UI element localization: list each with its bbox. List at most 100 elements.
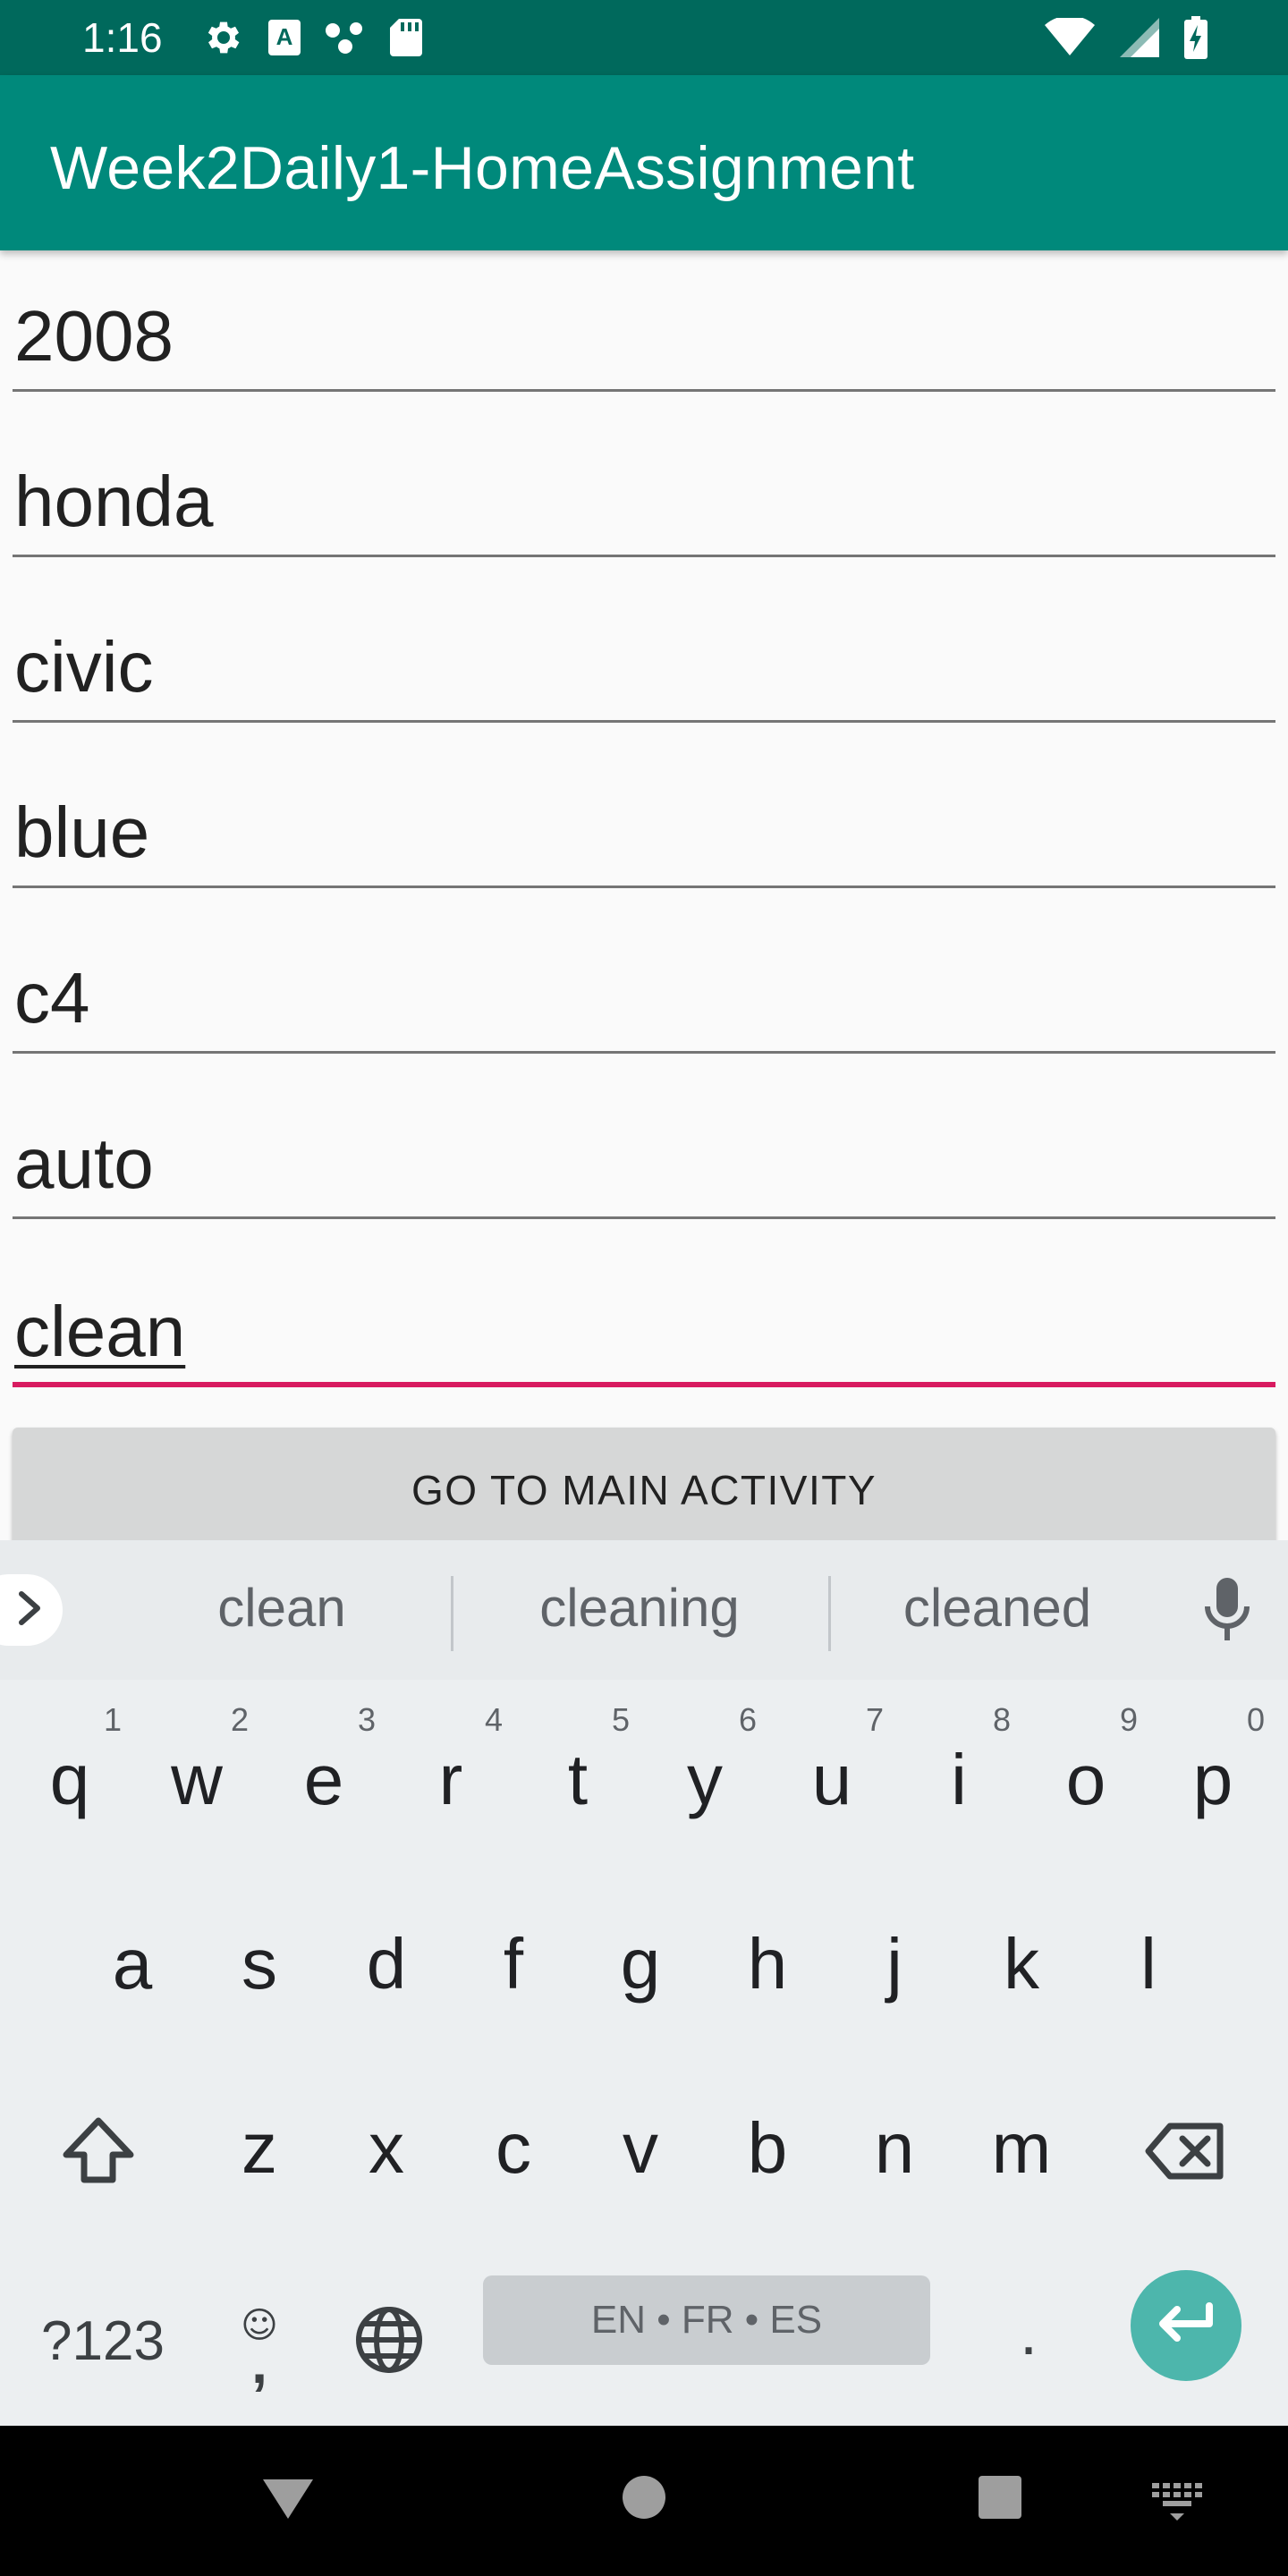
key-label: x xyxy=(369,2108,404,2188)
transmission-field-value: auto xyxy=(14,1123,154,1203)
key-hint: 5 xyxy=(611,1701,630,1738)
key-w[interactable]: 2 w xyxy=(132,1692,261,1871)
key-label: l xyxy=(1140,1924,1157,2004)
year-field[interactable]: 2008 xyxy=(13,226,1275,392)
model-field[interactable]: civic xyxy=(13,557,1275,723)
key-label: i xyxy=(951,1740,967,1819)
status-notification-icons: A xyxy=(202,16,424,59)
status-time: 1:16 xyxy=(82,14,163,61)
battery-charging-icon xyxy=(1184,16,1208,59)
home-icon[interactable] xyxy=(621,2469,667,2530)
key-v[interactable]: v xyxy=(576,2061,705,2240)
space-key[interactable]: EN • FR • ES xyxy=(483,2275,930,2365)
key-d[interactable]: d xyxy=(322,1877,451,2055)
key-i[interactable]: 8 i xyxy=(894,1692,1023,1871)
key-j[interactable]: j xyxy=(830,1877,959,2055)
expand-toolbar-button[interactable] xyxy=(0,1574,63,1646)
make-field[interactable]: honda xyxy=(13,392,1275,557)
key-label: c xyxy=(496,2108,531,2188)
field-underline-focused xyxy=(13,1382,1275,1387)
suggestion-3[interactable]: cleaned xyxy=(859,1572,1136,1644)
shift-key[interactable] xyxy=(36,2059,161,2238)
key-z[interactable]: z xyxy=(195,2061,324,2240)
key-label: w xyxy=(171,1740,223,1819)
shift-icon xyxy=(61,2115,136,2191)
key-hint: 3 xyxy=(357,1701,376,1738)
network-dots-icon xyxy=(324,20,367,55)
key-label: f xyxy=(503,1924,524,2004)
enter-key[interactable] xyxy=(1131,2270,1241,2381)
key-l[interactable]: l xyxy=(1084,1877,1213,2055)
key-c[interactable]: c xyxy=(449,2061,578,2240)
key-label: m xyxy=(991,2108,1052,2188)
go-to-main-activity-button[interactable]: GO TO MAIN ACTIVITY xyxy=(13,1428,1275,1553)
key-n[interactable]: n xyxy=(830,2061,959,2240)
key-m[interactable]: m xyxy=(957,2061,1086,2240)
key-x[interactable]: x xyxy=(322,2061,451,2240)
app-bar: Week2Daily1-HomeAssignment xyxy=(0,75,1288,250)
key-label: p xyxy=(1192,1740,1233,1819)
keyboard-a-icon: A xyxy=(267,18,302,57)
key-hint: 4 xyxy=(484,1701,503,1738)
field-underline xyxy=(13,1216,1275,1219)
key-label: h xyxy=(747,1924,788,2004)
language-key[interactable] xyxy=(349,2279,429,2404)
key-label: z xyxy=(242,2108,277,2188)
symbols-key[interactable]: ?123 xyxy=(27,2279,179,2404)
key-u[interactable]: 7 u xyxy=(767,1692,896,1871)
suggestion-strip: clean cleaning cleaned xyxy=(0,1540,1288,1680)
key-k[interactable]: k xyxy=(957,1877,1086,2055)
key-label: o xyxy=(1065,1740,1106,1819)
model-field-value: civic xyxy=(14,627,154,707)
key-t[interactable]: 5 t xyxy=(513,1692,642,1871)
engine-field-value: c4 xyxy=(14,958,90,1038)
svg-text:A: A xyxy=(276,23,293,50)
microphone-icon[interactable] xyxy=(1202,1576,1252,1648)
title-status-field[interactable]: clean xyxy=(13,1222,1275,1387)
navigation-bar xyxy=(0,2426,1288,2576)
suggestion-divider xyxy=(828,1576,831,1651)
key-label: n xyxy=(874,2108,915,2188)
suggestion-divider xyxy=(451,1576,453,1651)
key-hint: 8 xyxy=(992,1701,1011,1738)
key-label: v xyxy=(623,2108,658,2188)
comma-emoji-key[interactable]: ☺ , xyxy=(224,2279,295,2404)
sd-card-icon xyxy=(388,17,424,58)
return-arrow-icon xyxy=(1156,2301,1216,2351)
color-field-value: blue xyxy=(14,792,150,872)
key-hint: 6 xyxy=(738,1701,757,1738)
key-hint: 2 xyxy=(230,1701,249,1738)
key-r[interactable]: 4 r xyxy=(386,1692,515,1871)
key-f[interactable]: f xyxy=(449,1877,578,2055)
backspace-icon xyxy=(1145,2121,1227,2186)
key-label: g xyxy=(620,1924,661,2004)
suggestion-1[interactable]: clean xyxy=(143,1572,420,1644)
engine-field[interactable]: c4 xyxy=(13,888,1275,1054)
year-field-value: 2008 xyxy=(14,296,174,376)
key-hint: 7 xyxy=(865,1701,884,1738)
transmission-field[interactable]: auto xyxy=(13,1054,1275,1219)
key-label: d xyxy=(366,1924,407,2004)
key-p[interactable]: 0 p xyxy=(1148,1692,1277,1871)
period-key[interactable]: . xyxy=(984,2279,1073,2404)
key-g[interactable]: g xyxy=(576,1877,705,2055)
key-e[interactable]: 3 e xyxy=(259,1692,388,1871)
recents-icon[interactable] xyxy=(975,2469,1025,2530)
globe-icon xyxy=(353,2304,425,2380)
suggestion-2[interactable]: cleaning xyxy=(501,1572,778,1644)
key-q[interactable]: 1 q xyxy=(5,1692,134,1871)
key-s[interactable]: s xyxy=(195,1877,324,2055)
key-a[interactable]: a xyxy=(68,1877,197,2055)
key-o[interactable]: 9 o xyxy=(1021,1692,1150,1871)
color-field[interactable]: blue xyxy=(13,723,1275,888)
keyboard-switch-icon[interactable] xyxy=(1150,2469,1204,2530)
back-icon[interactable] xyxy=(259,2469,317,2530)
backspace-key[interactable] xyxy=(1123,2059,1249,2238)
key-label: y xyxy=(687,1740,723,1819)
key-b[interactable]: b xyxy=(703,2061,832,2240)
key-label: b xyxy=(747,2108,788,2188)
key-h[interactable]: h xyxy=(703,1877,832,2055)
app-title: Week2Daily1-HomeAssignment xyxy=(50,134,915,202)
status-bar: 1:16 A xyxy=(0,0,1288,75)
key-y[interactable]: 6 y xyxy=(640,1692,769,1871)
